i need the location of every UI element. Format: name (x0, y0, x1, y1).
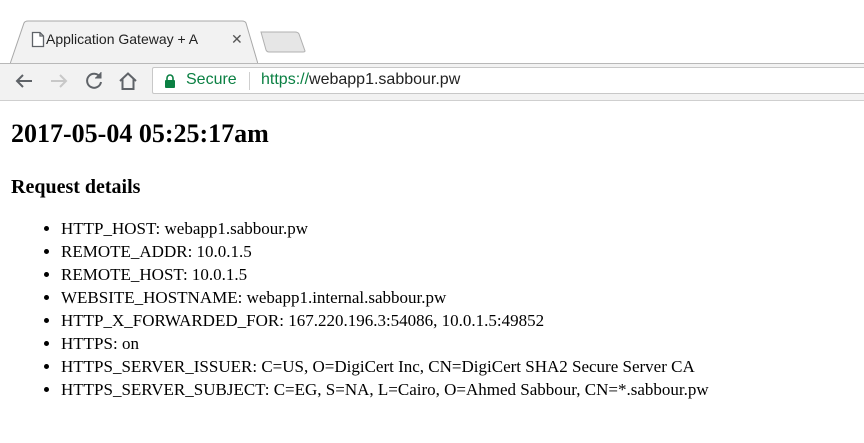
url-host: webapp1.sabbour.pw (309, 71, 461, 88)
reload-icon[interactable] (83, 70, 105, 92)
detail-value: C=US, O=DigiCert Inc, CN=DigiCert SHA2 S… (261, 357, 695, 376)
detail-key: HTTPS (61, 334, 113, 353)
detail-item: HTTPS_SERVER_ISSUER: C=US, O=DigiCert In… (61, 355, 856, 378)
detail-item: HTTP_X_FORWARDED_FOR: 167.220.196.3:5408… (61, 309, 856, 332)
detail-item: HTTPS: on (61, 332, 856, 355)
detail-value: webapp1.internal.sabbour.pw (246, 288, 447, 307)
page-icon (31, 31, 45, 53)
detail-value: 10.0.1.5 (196, 242, 252, 261)
omnibox-divider (249, 72, 250, 90)
url-text[interactable]: https://webapp1.sabbour.pw (261, 71, 460, 89)
home-icon[interactable] (117, 70, 139, 92)
address-bar[interactable] (152, 67, 864, 94)
secure-label[interactable]: Secure (186, 71, 237, 89)
detail-key: WEBSITE_HOSTNAME (61, 288, 238, 307)
detail-value: on (121, 334, 139, 353)
detail-value: C=EG, S=NA, L=Cairo, O=Ahmed Sabbour, CN… (273, 380, 709, 399)
detail-key: REMOTE_ADDR (61, 242, 188, 261)
lock-icon[interactable] (164, 74, 176, 93)
detail-key: HTTP_HOST (61, 219, 156, 238)
detail-key: HTTPS_SERVER_SUBJECT (61, 380, 265, 399)
detail-item: REMOTE_HOST: 10.0.1.5 (61, 263, 856, 286)
detail-key: REMOTE_HOST (61, 265, 183, 284)
back-arrow-icon[interactable] (13, 70, 35, 92)
url-scheme: https:// (261, 71, 310, 88)
page-content: 2017-05-04 05:25:17am Request details HT… (11, 103, 856, 401)
new-tab-button[interactable] (259, 31, 307, 58)
detail-item: HTTP_HOST: webapp1.sabbour.pw (61, 217, 856, 240)
detail-item: HTTPS_SERVER_SUBJECT: C=EG, S=NA, L=Cair… (61, 378, 856, 401)
detail-value: 167.220.196.3:54086, 10.0.1.5:49852 (288, 311, 545, 330)
detail-value: 10.0.1.5 (191, 265, 248, 284)
detail-item: WEBSITE_HOSTNAME: webapp1.internal.sabbo… (61, 286, 856, 309)
request-details-list: HTTP_HOST: webapp1.sabbour.pwREMOTE_ADDR… (11, 217, 856, 401)
forward-arrow-icon[interactable] (48, 70, 70, 92)
detail-key: HTTP_X_FORWARDED_FOR (61, 311, 280, 330)
timestamp-heading: 2017-05-04 05:25:17am (11, 119, 269, 148)
detail-item: REMOTE_ADDR: 10.0.1.5 (61, 240, 856, 263)
close-icon[interactable]: ✕ (231, 32, 243, 46)
detail-key: HTTPS_SERVER_ISSUER (61, 357, 253, 376)
request-details-heading: Request details (11, 176, 141, 198)
tab-title: Application Gateway + A (46, 31, 199, 47)
detail-value: webapp1.sabbour.pw (164, 219, 309, 238)
